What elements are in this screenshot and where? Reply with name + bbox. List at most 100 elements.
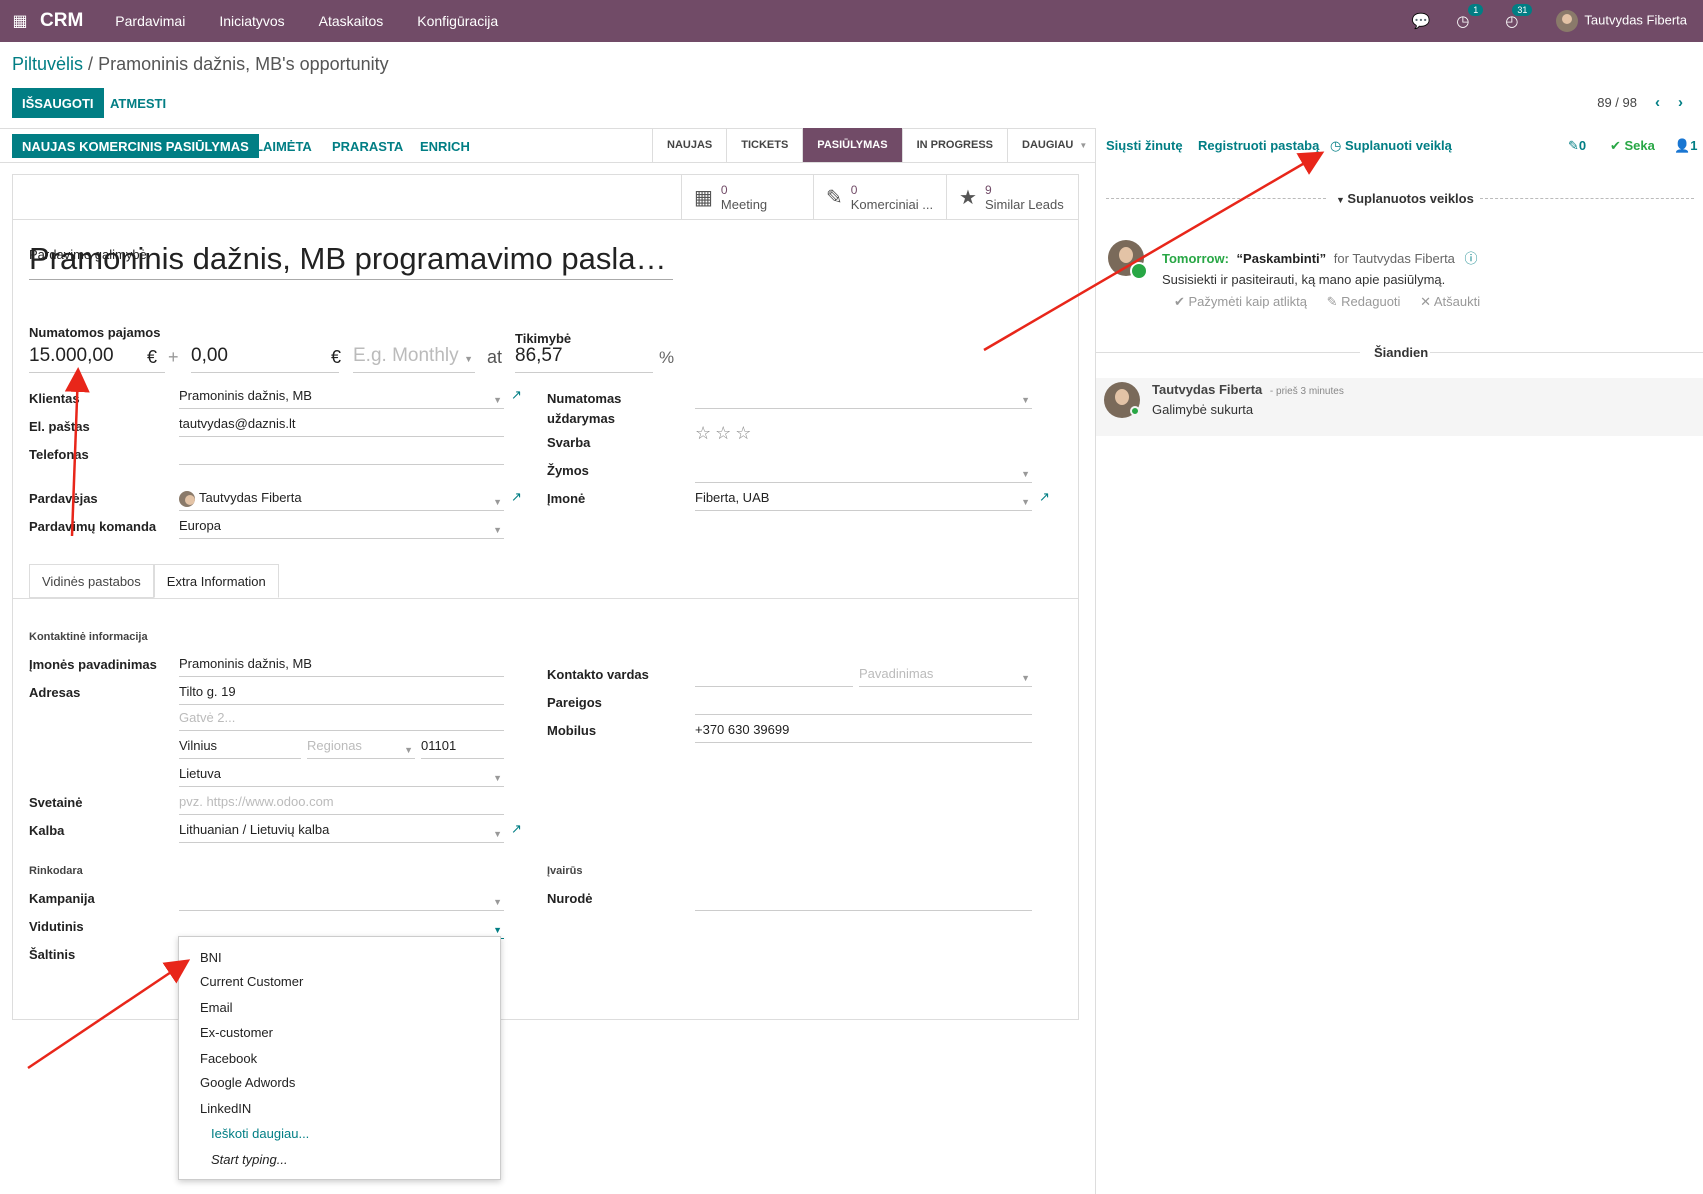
- activity-icon[interactable]: ◷ 1: [1456, 4, 1484, 30]
- region-select[interactable]: Regionas ▼: [307, 737, 415, 759]
- pager-value[interactable]: 89 / 98: [1597, 95, 1637, 110]
- stage-tickets[interactable]: TICKETS: [726, 128, 802, 162]
- expected-closing-select[interactable]: ▼: [695, 387, 1032, 409]
- language-select[interactable]: Lithuanian / Lietuvių kalba ▼: [179, 821, 504, 843]
- function-input[interactable]: [695, 693, 1032, 715]
- tab-extra-information[interactable]: Extra Information: [153, 564, 279, 598]
- dropdown-option-google-adwords[interactable]: Google Adwords: [200, 1075, 295, 1090]
- address-label: Adresas: [29, 685, 81, 700]
- send-message-button[interactable]: Siųsti žinutę: [1106, 138, 1183, 153]
- recurring-plan-placeholder: E.g. Monthly: [353, 345, 459, 366]
- opportunity-title[interactable]: Pramoninis dažnis, MB programavimo pasla…: [29, 241, 673, 280]
- similar-leads-smart-button[interactable]: ★ 9 Similar Leads: [946, 175, 1079, 219]
- chevron-down-icon: ▼: [493, 773, 502, 783]
- chat-icon[interactable]: 💬: [1412, 12, 1431, 30]
- pager-prev-icon[interactable]: ‹: [1655, 94, 1660, 111]
- mark-done-button[interactable]: ✔ Pažymėti kaip atliktą: [1174, 294, 1307, 309]
- contact-name-input[interactable]: [695, 665, 853, 687]
- email-input[interactable]: tautvydas@daznis.lt: [179, 415, 504, 437]
- campaign-label: Kampanija: [29, 891, 95, 906]
- external-link-icon[interactable]: ↗: [511, 821, 522, 837]
- log-note-button[interactable]: Registruoti pastabą: [1198, 138, 1319, 153]
- recurring-plan-select[interactable]: E.g. Monthly ▼: [353, 345, 475, 373]
- clock-icon: ◷: [1330, 138, 1345, 153]
- chevron-down-icon: ▼: [493, 497, 502, 507]
- zip-input[interactable]: 01101: [421, 737, 504, 759]
- schedule-activity-button[interactable]: ◷ Suplanuoti veiklą: [1330, 138, 1452, 154]
- pager-next-icon[interactable]: ›: [1678, 94, 1683, 111]
- meeting-smart-button[interactable]: ▦ 0 Meeting: [681, 175, 813, 219]
- dropdown-option-bni[interactable]: BNI: [200, 950, 222, 965]
- probability-input[interactable]: 86,57: [515, 345, 653, 373]
- cancel-activity-label: Atšaukti: [1433, 294, 1481, 309]
- external-link-icon[interactable]: ↗: [1039, 489, 1050, 505]
- activity-badge: 1: [1468, 4, 1484, 16]
- external-link-icon[interactable]: ↗: [511, 489, 522, 505]
- external-link-icon[interactable]: ↗: [511, 387, 522, 403]
- tab-internal-notes[interactable]: Vidinės pastabos: [29, 564, 154, 598]
- company-select[interactable]: Fiberta, UAB ▼: [695, 489, 1032, 511]
- stage-in-progress[interactable]: IN PROGRESS: [901, 128, 1007, 162]
- form-sheet: ▦ 0 Meeting ✎ 0 Komerciniai ... ★ 9 Similar…: [12, 174, 1079, 1020]
- dropdown-option-facebook[interactable]: Facebook: [200, 1051, 257, 1066]
- clock-icon[interactable]: ◴ 31: [1505, 4, 1533, 30]
- save-button[interactable]: IŠSAUGOTI: [12, 88, 104, 118]
- followers-button[interactable]: 👤1: [1674, 138, 1697, 154]
- mobile-input[interactable]: +370 630 39699: [695, 721, 1032, 743]
- priority-stars[interactable]: ☆☆☆: [695, 423, 755, 444]
- enrich-button[interactable]: ENRICH: [420, 134, 470, 158]
- phone-input[interactable]: [179, 443, 504, 465]
- menu-ataskaitos[interactable]: Ataskaitos: [319, 13, 384, 29]
- new-quotation-button[interactable]: NAUJAS KOMERCINIS PASIŪLYMAS: [12, 134, 259, 158]
- activity-due: Tomorrow:: [1162, 251, 1229, 266]
- stage-more[interactable]: DAUGIAU ▼: [1007, 128, 1101, 162]
- info-icon[interactable]: ⓘ: [1465, 251, 1478, 266]
- cancel-activity-button[interactable]: ✕ Atšaukti: [1420, 294, 1480, 309]
- city-input[interactable]: Vilnius: [179, 737, 301, 759]
- country-value: Lietuva: [179, 766, 221, 781]
- attachments-button[interactable]: ✎0: [1568, 138, 1586, 154]
- recurring-revenue-input[interactable]: 0,00: [191, 345, 339, 373]
- website-label: Svetainė: [29, 795, 83, 810]
- quotations-smart-button[interactable]: ✎ 0 Komerciniai ...: [813, 175, 946, 219]
- stage-pasiulymas[interactable]: PASIŪLYMAS: [802, 128, 902, 162]
- dropdown-option-linkedin[interactable]: LinkedIN: [200, 1101, 251, 1116]
- street2-input[interactable]: Gatvė 2...: [179, 709, 504, 731]
- revenue-input[interactable]: 15.000,00: [29, 345, 165, 373]
- website-input[interactable]: pvz. https://www.odoo.com: [179, 793, 504, 815]
- sales-team-select[interactable]: Europa ▼: [179, 517, 504, 539]
- user-name: Tautvydas Fiberta: [1584, 12, 1687, 28]
- app-brand[interactable]: CRM: [40, 10, 83, 32]
- dropdown-option-ex-customer[interactable]: Ex-customer: [200, 1025, 273, 1040]
- search-more-link[interactable]: Ieškoti daugiau...: [211, 1126, 309, 1141]
- user-menu[interactable]: Tautvydas Fiberta: [1556, 10, 1687, 32]
- street-input[interactable]: Tilto g. 19: [179, 683, 504, 705]
- dropdown-option-current-customer[interactable]: Current Customer: [200, 974, 303, 989]
- salesperson-select[interactable]: Tautvydas Fiberta ▼: [179, 489, 504, 511]
- menu-iniciatyvos[interactable]: Iniciatyvos: [219, 13, 284, 29]
- lost-button[interactable]: PRARASTA: [332, 134, 403, 158]
- campaign-select[interactable]: ▼: [179, 889, 504, 911]
- customer-select[interactable]: Pramoninis dažnis, MB ▼: [179, 387, 504, 409]
- discard-button[interactable]: ATMESTI: [110, 88, 166, 118]
- planned-activities-toggle[interactable]: ▼ Suplanuotos veiklos: [1336, 191, 1474, 206]
- title-select[interactable]: Pavadinimas ▼: [859, 665, 1032, 687]
- won-button[interactable]: LAIMĖTA: [255, 134, 312, 158]
- referred-input[interactable]: [695, 889, 1032, 911]
- menu-konfiguracija[interactable]: Konfigūracija: [417, 13, 498, 29]
- follow-button[interactable]: ✔ Seka: [1610, 138, 1655, 154]
- country-select[interactable]: Lietuva ▼: [179, 765, 504, 787]
- company-name-input[interactable]: Pramoninis dažnis, MB: [179, 655, 504, 677]
- breadcrumb-parent[interactable]: Piltuvėlis: [12, 54, 83, 74]
- chevron-down-icon: ▼: [493, 897, 502, 907]
- dropdown-option-email[interactable]: Email: [200, 1000, 233, 1015]
- apps-grid-icon[interactable]: ▦: [0, 11, 40, 31]
- function-label: Pareigos: [547, 695, 602, 710]
- menu-pardavimai[interactable]: Pardavimai: [115, 13, 185, 29]
- referred-label: Nurodė: [547, 891, 593, 906]
- divider: [0, 162, 1095, 163]
- followers-count: 1: [1690, 138, 1698, 153]
- edit-activity-button[interactable]: ✎ Redaguoti: [1327, 294, 1401, 309]
- tags-select[interactable]: ▼: [695, 461, 1032, 483]
- stage-naujas[interactable]: NAUJAS: [652, 128, 726, 162]
